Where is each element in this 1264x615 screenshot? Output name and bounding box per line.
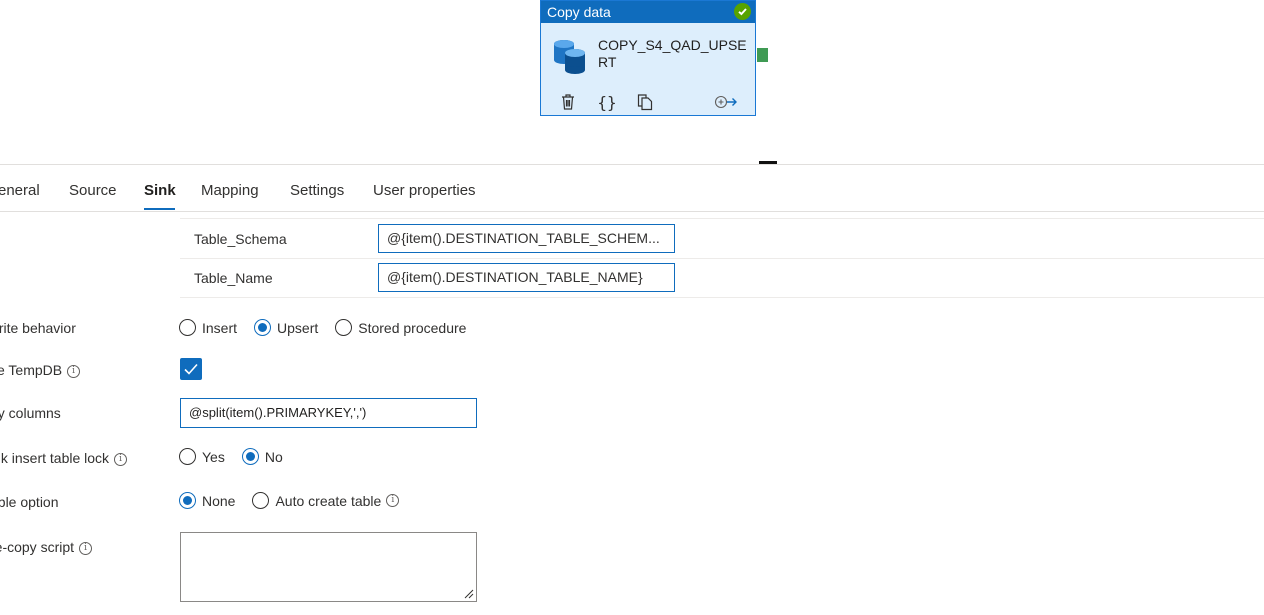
pre-copy-script-label: re-copy scripti	[0, 539, 93, 555]
clone-icon[interactable]	[636, 91, 654, 113]
code-icon[interactable]: {}	[597, 91, 617, 113]
param-row-divider	[180, 258, 1264, 259]
properties-tabs: eneral Source Sink Mapping Settings User…	[0, 165, 1264, 212]
tab-mapping[interactable]: Mapping	[201, 182, 259, 199]
tab-sink[interactable]: Sink	[144, 182, 176, 199]
pre-copy-script-textarea[interactable]	[180, 532, 477, 602]
radio-insert[interactable]: Insert	[179, 319, 237, 336]
param-value-table-schema[interactable]: @{item().DESTINATION_TABLE_SCHEM...	[378, 224, 675, 253]
param-row-divider	[180, 297, 1264, 298]
radio-yes[interactable]: Yes	[179, 448, 225, 465]
write-behavior-radio-group: Insert Upsert Stored procedure	[179, 319, 483, 336]
checkmark-icon	[184, 363, 198, 375]
check-circle-icon	[734, 3, 751, 20]
resize-grip-icon[interactable]	[464, 589, 474, 599]
bulk-insert-lock-label: ulk insert table lock i	[0, 450, 128, 466]
key-columns-label: ey columns	[0, 405, 61, 421]
radio-no[interactable]: No	[241, 448, 283, 465]
use-tempdb-label: se TempDBi	[0, 362, 81, 378]
table-option-label: able option	[0, 494, 59, 510]
info-icon[interactable]: i	[386, 494, 400, 507]
info-icon[interactable]: i	[79, 542, 93, 555]
tab-general[interactable]: eneral	[0, 182, 40, 199]
activity-name: COPY_S4_QAD_UPSERT	[598, 37, 747, 70]
activity-type-label: Copy data	[547, 4, 611, 20]
bulk-insert-lock-radio-group: Yes No	[179, 448, 300, 465]
activity-header: Copy data	[541, 1, 755, 23]
pipeline-canvas[interactable]: Copy data COPY_S4_QAD_UPSERT {}	[0, 0, 1264, 164]
copy-database-icon	[554, 40, 585, 74]
tab-source[interactable]: Source	[69, 182, 117, 199]
use-tempdb-checkbox[interactable]	[180, 358, 202, 380]
tab-settings[interactable]: Settings	[290, 182, 344, 199]
info-icon[interactable]: i	[67, 365, 81, 378]
activity-actions: {}	[559, 91, 759, 113]
param-name-table-name: Table_Name	[194, 270, 273, 286]
param-row-divider	[180, 218, 1264, 219]
radio-auto-create-table[interactable]: Auto create table i	[252, 492, 400, 509]
active-tab-indicator	[144, 208, 175, 210]
info-icon[interactable]: i	[114, 453, 128, 466]
add-output-icon[interactable]	[713, 91, 739, 113]
success-output-port[interactable]	[757, 48, 768, 62]
param-value-table-name[interactable]: @{item().DESTINATION_TABLE_NAME}	[378, 263, 675, 292]
param-name-table-schema: Table_Schema	[194, 231, 287, 247]
copy-data-activity[interactable]: Copy data COPY_S4_QAD_UPSERT {}	[540, 0, 756, 116]
tab-user-properties[interactable]: User properties	[373, 182, 476, 199]
radio-stored-procedure[interactable]: Stored procedure	[335, 319, 466, 336]
radio-none[interactable]: None	[179, 492, 235, 509]
key-columns-input[interactable]: @split(item().PRIMARYKEY,',')	[180, 398, 477, 428]
radio-upsert[interactable]: Upsert	[254, 319, 318, 336]
table-option-radio-group: None Auto create table i	[179, 492, 416, 509]
write-behavior-label: Vrite behavior	[0, 320, 76, 336]
delete-icon[interactable]	[559, 91, 577, 113]
